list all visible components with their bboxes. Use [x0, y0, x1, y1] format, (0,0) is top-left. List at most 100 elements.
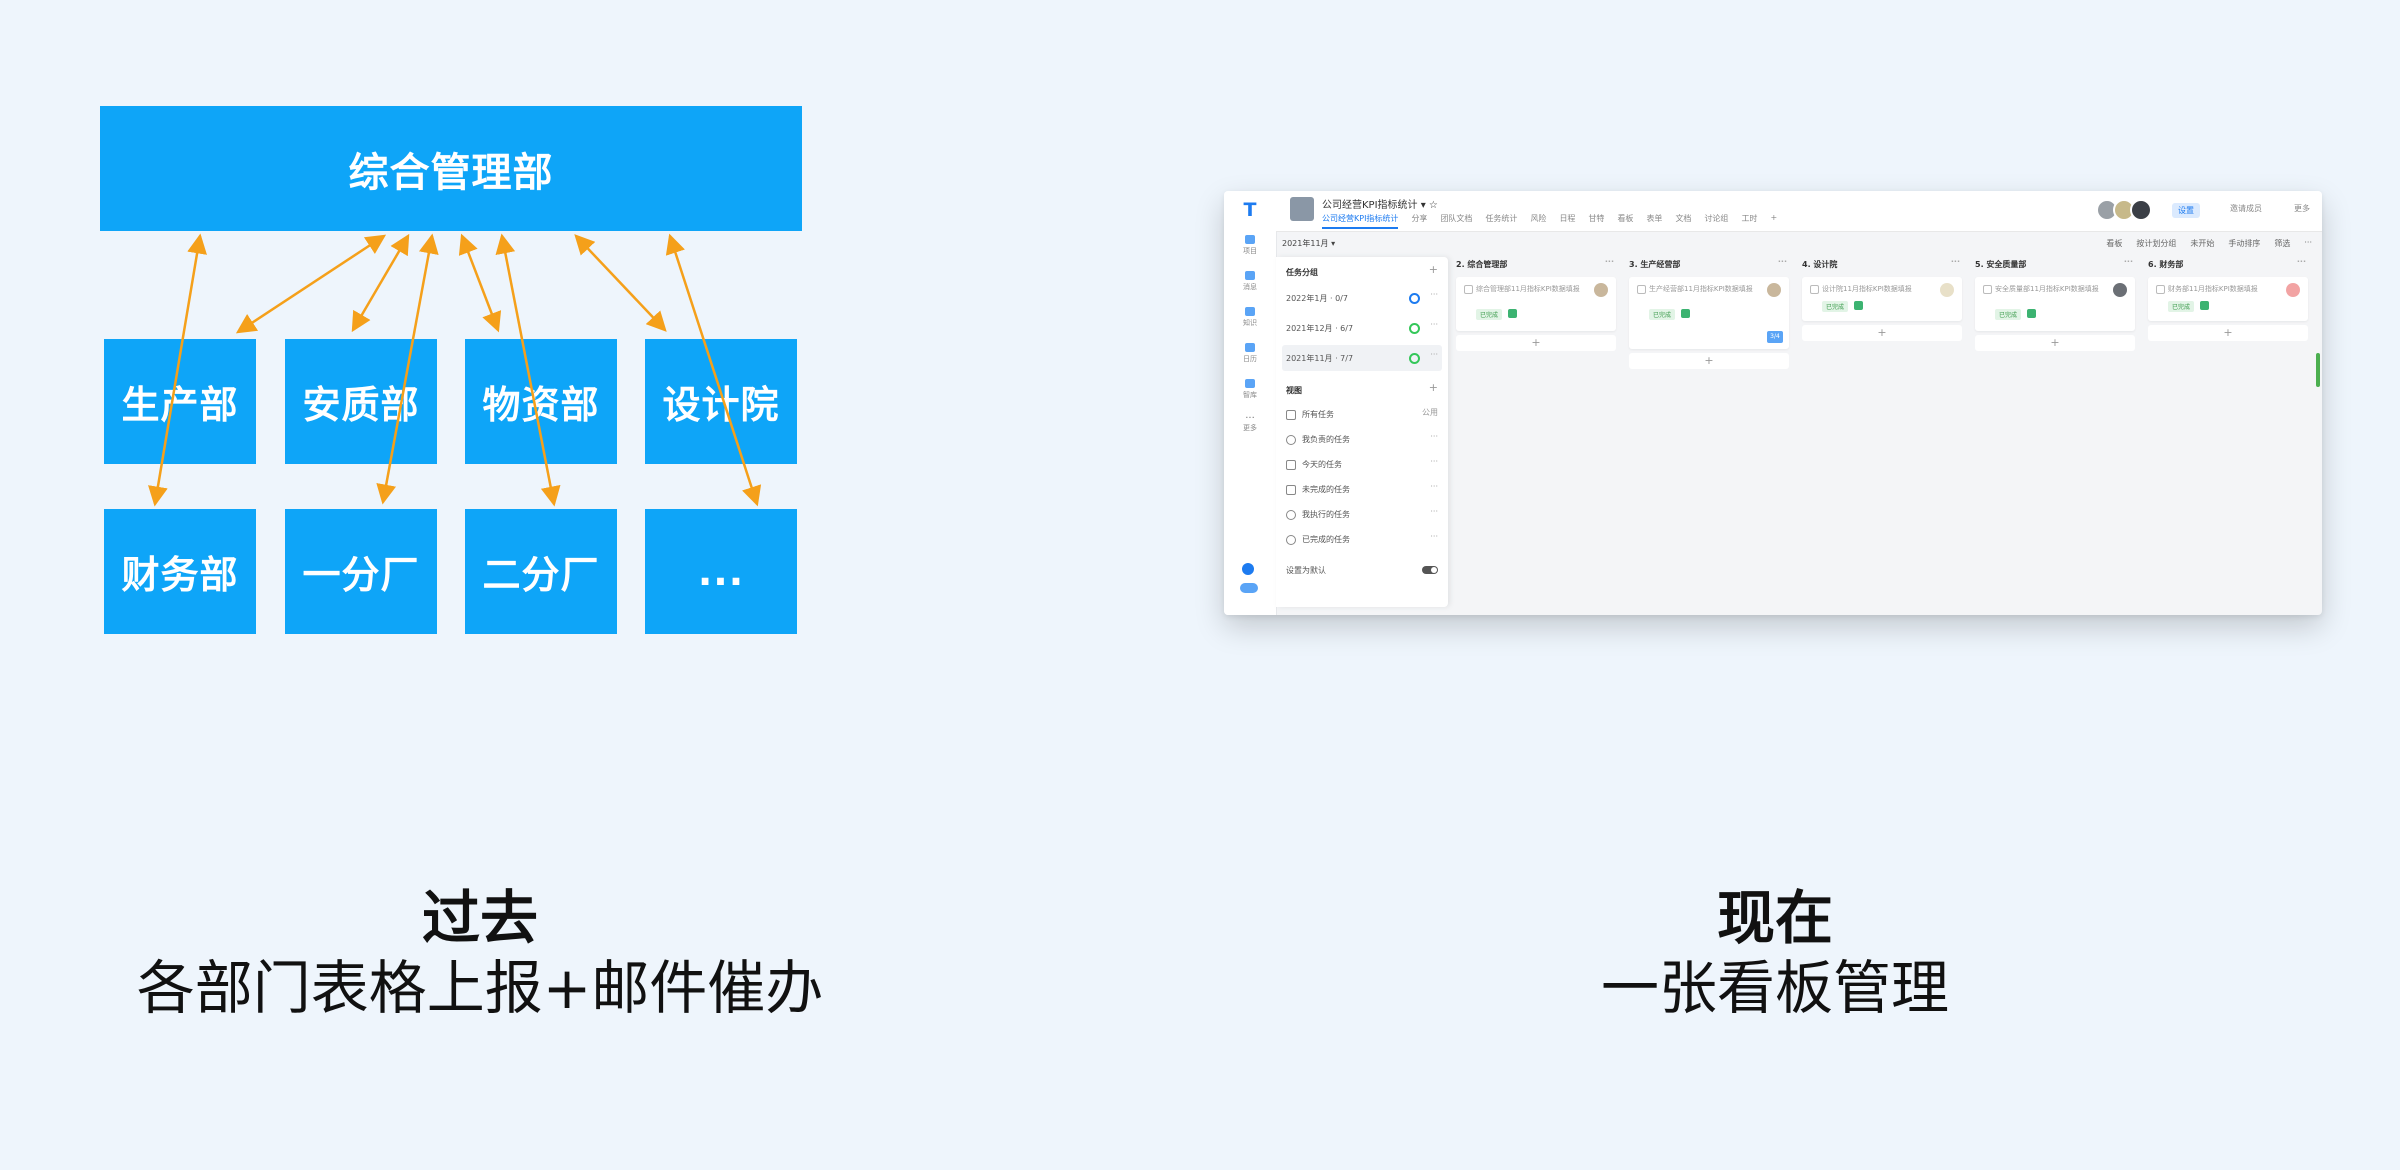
more-button[interactable]: 更多	[2294, 203, 2310, 214]
app-logo-icon: T	[1243, 199, 1257, 221]
scrollbar[interactable]	[2316, 353, 2320, 387]
more-icon[interactable]: ···	[1430, 290, 1438, 299]
more-icon[interactable]: ···	[1430, 350, 1438, 359]
invite-button[interactable]: 邀请成员	[2230, 203, 2262, 214]
tab-hours[interactable]: 工时	[1741, 213, 1757, 229]
org-box-materials: 物资部	[465, 339, 617, 464]
calendar-icon	[1286, 460, 1296, 470]
calendar-icon	[1245, 343, 1255, 352]
tab-add[interactable]: +	[1770, 213, 1777, 229]
task-group-item-selected[interactable]: 2021年11月 · 7/7 ···	[1282, 345, 1442, 371]
checkbox-icon[interactable]	[2156, 285, 2165, 294]
checkbox-icon[interactable]	[1983, 285, 1992, 294]
add-group-icon[interactable]: +	[1429, 263, 1438, 276]
chat-icon[interactable]	[1240, 583, 1258, 593]
month-filter[interactable]: 2021年11月 ▾	[1282, 238, 1335, 249]
view-options: 看板 按计划分组 未开始 手动排序 筛选 ···	[2106, 238, 2312, 249]
more-icon[interactable]: ···	[1430, 320, 1438, 329]
tab-forms[interactable]: 表单	[1646, 213, 1662, 229]
tab-share[interactable]: 分享	[1411, 213, 1427, 229]
add-task-button[interactable]: +	[2148, 325, 2308, 341]
add-view-icon[interactable]: +	[1429, 381, 1438, 394]
book-icon	[1245, 307, 1255, 316]
task-group-panel: 任务分组 + 2022年1月 · 0/7 ··· 2021年12月 · 6/7 ··…	[1276, 257, 1448, 607]
sort-option[interactable]: 手动排序	[2228, 238, 2260, 249]
task-card[interactable]: 设计院11月指标KPI数据填报 已完成	[1802, 277, 1962, 321]
task-group-item[interactable]: 2021年12月 · 6/7 ···	[1282, 315, 1442, 341]
message-icon	[1245, 271, 1255, 280]
attachment-icon	[1508, 309, 1517, 318]
rail-item-more[interactable]: ··· 更多	[1232, 414, 1268, 433]
view-item[interactable]: 我执行的任务 ···	[1286, 503, 1438, 527]
checkbox-icon[interactable]	[1810, 285, 1819, 294]
library-icon	[1245, 379, 1255, 388]
help-icon[interactable]	[1242, 563, 1254, 575]
progress-ring-icon	[1409, 293, 1420, 304]
default-toggle[interactable]	[1422, 566, 1438, 574]
org-box-branch-1: 一分厂	[285, 509, 437, 634]
tab-docs[interactable]: 文档	[1675, 213, 1691, 229]
checkbox-icon	[1286, 485, 1296, 495]
avatar	[2130, 199, 2152, 221]
view-item[interactable]: 我负责的任务 ···	[1286, 428, 1438, 452]
task-card[interactable]: 综合管理部11月指标KPI数据填报 已完成	[1456, 277, 1616, 331]
settings-button[interactable]: 设置	[2172, 203, 2200, 218]
tab-team-docs[interactable]: 团队文档	[1440, 213, 1472, 229]
tab-board[interactable]: 公司经营KPI指标统计	[1322, 213, 1399, 229]
add-task-button[interactable]: +	[1456, 335, 1616, 351]
board-option[interactable]: 看板	[2106, 238, 2122, 249]
progress-ring-icon	[1409, 323, 1420, 334]
status-badge: 已完成	[1649, 309, 1676, 320]
org-box-design-institute: 设计院	[645, 339, 797, 464]
org-box-hq: 综合管理部	[100, 106, 802, 231]
group-by-option[interactable]: 按计划分组	[2136, 238, 2176, 249]
project-title[interactable]: 公司经营KPI指标统计 ▾ ☆	[1322, 196, 1438, 211]
tab-schedule[interactable]: 日程	[1559, 213, 1575, 229]
tab-task-stats[interactable]: 任务统计	[1485, 213, 1517, 229]
task-group-item[interactable]: 2022年1月 · 0/7 ···	[1282, 285, 1442, 311]
add-task-button[interactable]: +	[1802, 325, 1962, 341]
add-task-button[interactable]: +	[1629, 353, 1789, 369]
attachment-icon	[1681, 309, 1690, 318]
caption-past: 过去 各部门表格上报+邮件催办	[80, 883, 880, 1023]
avatar	[2286, 283, 2300, 297]
task-group-header: 任务分组	[1286, 268, 1318, 277]
check-circle-icon	[1286, 535, 1296, 545]
kanban-screenshot: T 项目 消息 知识 日历 智库 ··· 更多 公司经营KPI指标统计 ▾ ☆ 公…	[1224, 191, 2322, 615]
target-icon	[1286, 510, 1296, 520]
task-card[interactable]: 安全质量部11月指标KPI数据填报 已完成	[1975, 277, 2135, 331]
more-options[interactable]: ···	[2304, 238, 2312, 249]
rail-item-calendar[interactable]: 日历	[1232, 343, 1268, 364]
rail-item-library[interactable]: 智库	[1232, 379, 1268, 400]
checkbox-icon[interactable]	[1637, 285, 1646, 294]
member-avatars[interactable]	[2096, 199, 2152, 221]
filter-option[interactable]: 筛选	[2274, 238, 2290, 249]
checkbox-icon[interactable]	[1464, 285, 1473, 294]
view-item[interactable]: 未完成的任务 ···	[1286, 478, 1438, 502]
app-rail: T 项目 消息 知识 日历 智库 ··· 更多	[1224, 191, 1277, 615]
rail-item-projects[interactable]: 项目	[1232, 235, 1268, 256]
status-option[interactable]: 未开始	[2190, 238, 2214, 249]
attachment-icon	[1854, 301, 1863, 310]
add-task-button[interactable]: +	[1975, 335, 2135, 351]
avatar	[1767, 283, 1781, 297]
home-icon	[1245, 235, 1255, 244]
org-box-more: ...	[645, 509, 797, 634]
tab-gantt[interactable]: 甘特	[1588, 213, 1604, 229]
arrow-hq-production	[235, 234, 387, 334]
kanban-column: 3. 生产经营部 ··· 生产经营部11月指标KPI数据填报 已完成 3/4 +	[1629, 257, 1789, 369]
rail-item-messages[interactable]: 消息	[1232, 271, 1268, 292]
tab-discussion[interactable]: 讨论组	[1704, 213, 1728, 229]
caption-now: 现在 一张看板管理	[1375, 883, 2175, 1023]
column-title: 5. 安全质量部 ···	[1975, 257, 2133, 269]
org-box-safety-quality: 安质部	[285, 339, 437, 464]
view-item[interactable]: 今天的任务 ···	[1286, 453, 1438, 477]
rail-item-knowledge[interactable]: 知识	[1232, 307, 1268, 328]
top-bar: 公司经营KPI指标统计 ▾ ☆ 公司经营KPI指标统计 分享 团队文档 任务统计…	[1276, 191, 2322, 232]
view-item[interactable]: 已完成的任务 ···	[1286, 528, 1438, 552]
view-item[interactable]: 所有任务 公用	[1286, 403, 1438, 427]
tab-kanban[interactable]: 看板	[1617, 213, 1633, 229]
task-card[interactable]: 财务部11月指标KPI数据填报 已完成	[2148, 277, 2308, 321]
task-card[interactable]: 生产经营部11月指标KPI数据填报 已完成 3/4	[1629, 277, 1789, 349]
tab-risk[interactable]: 风险	[1530, 213, 1546, 229]
